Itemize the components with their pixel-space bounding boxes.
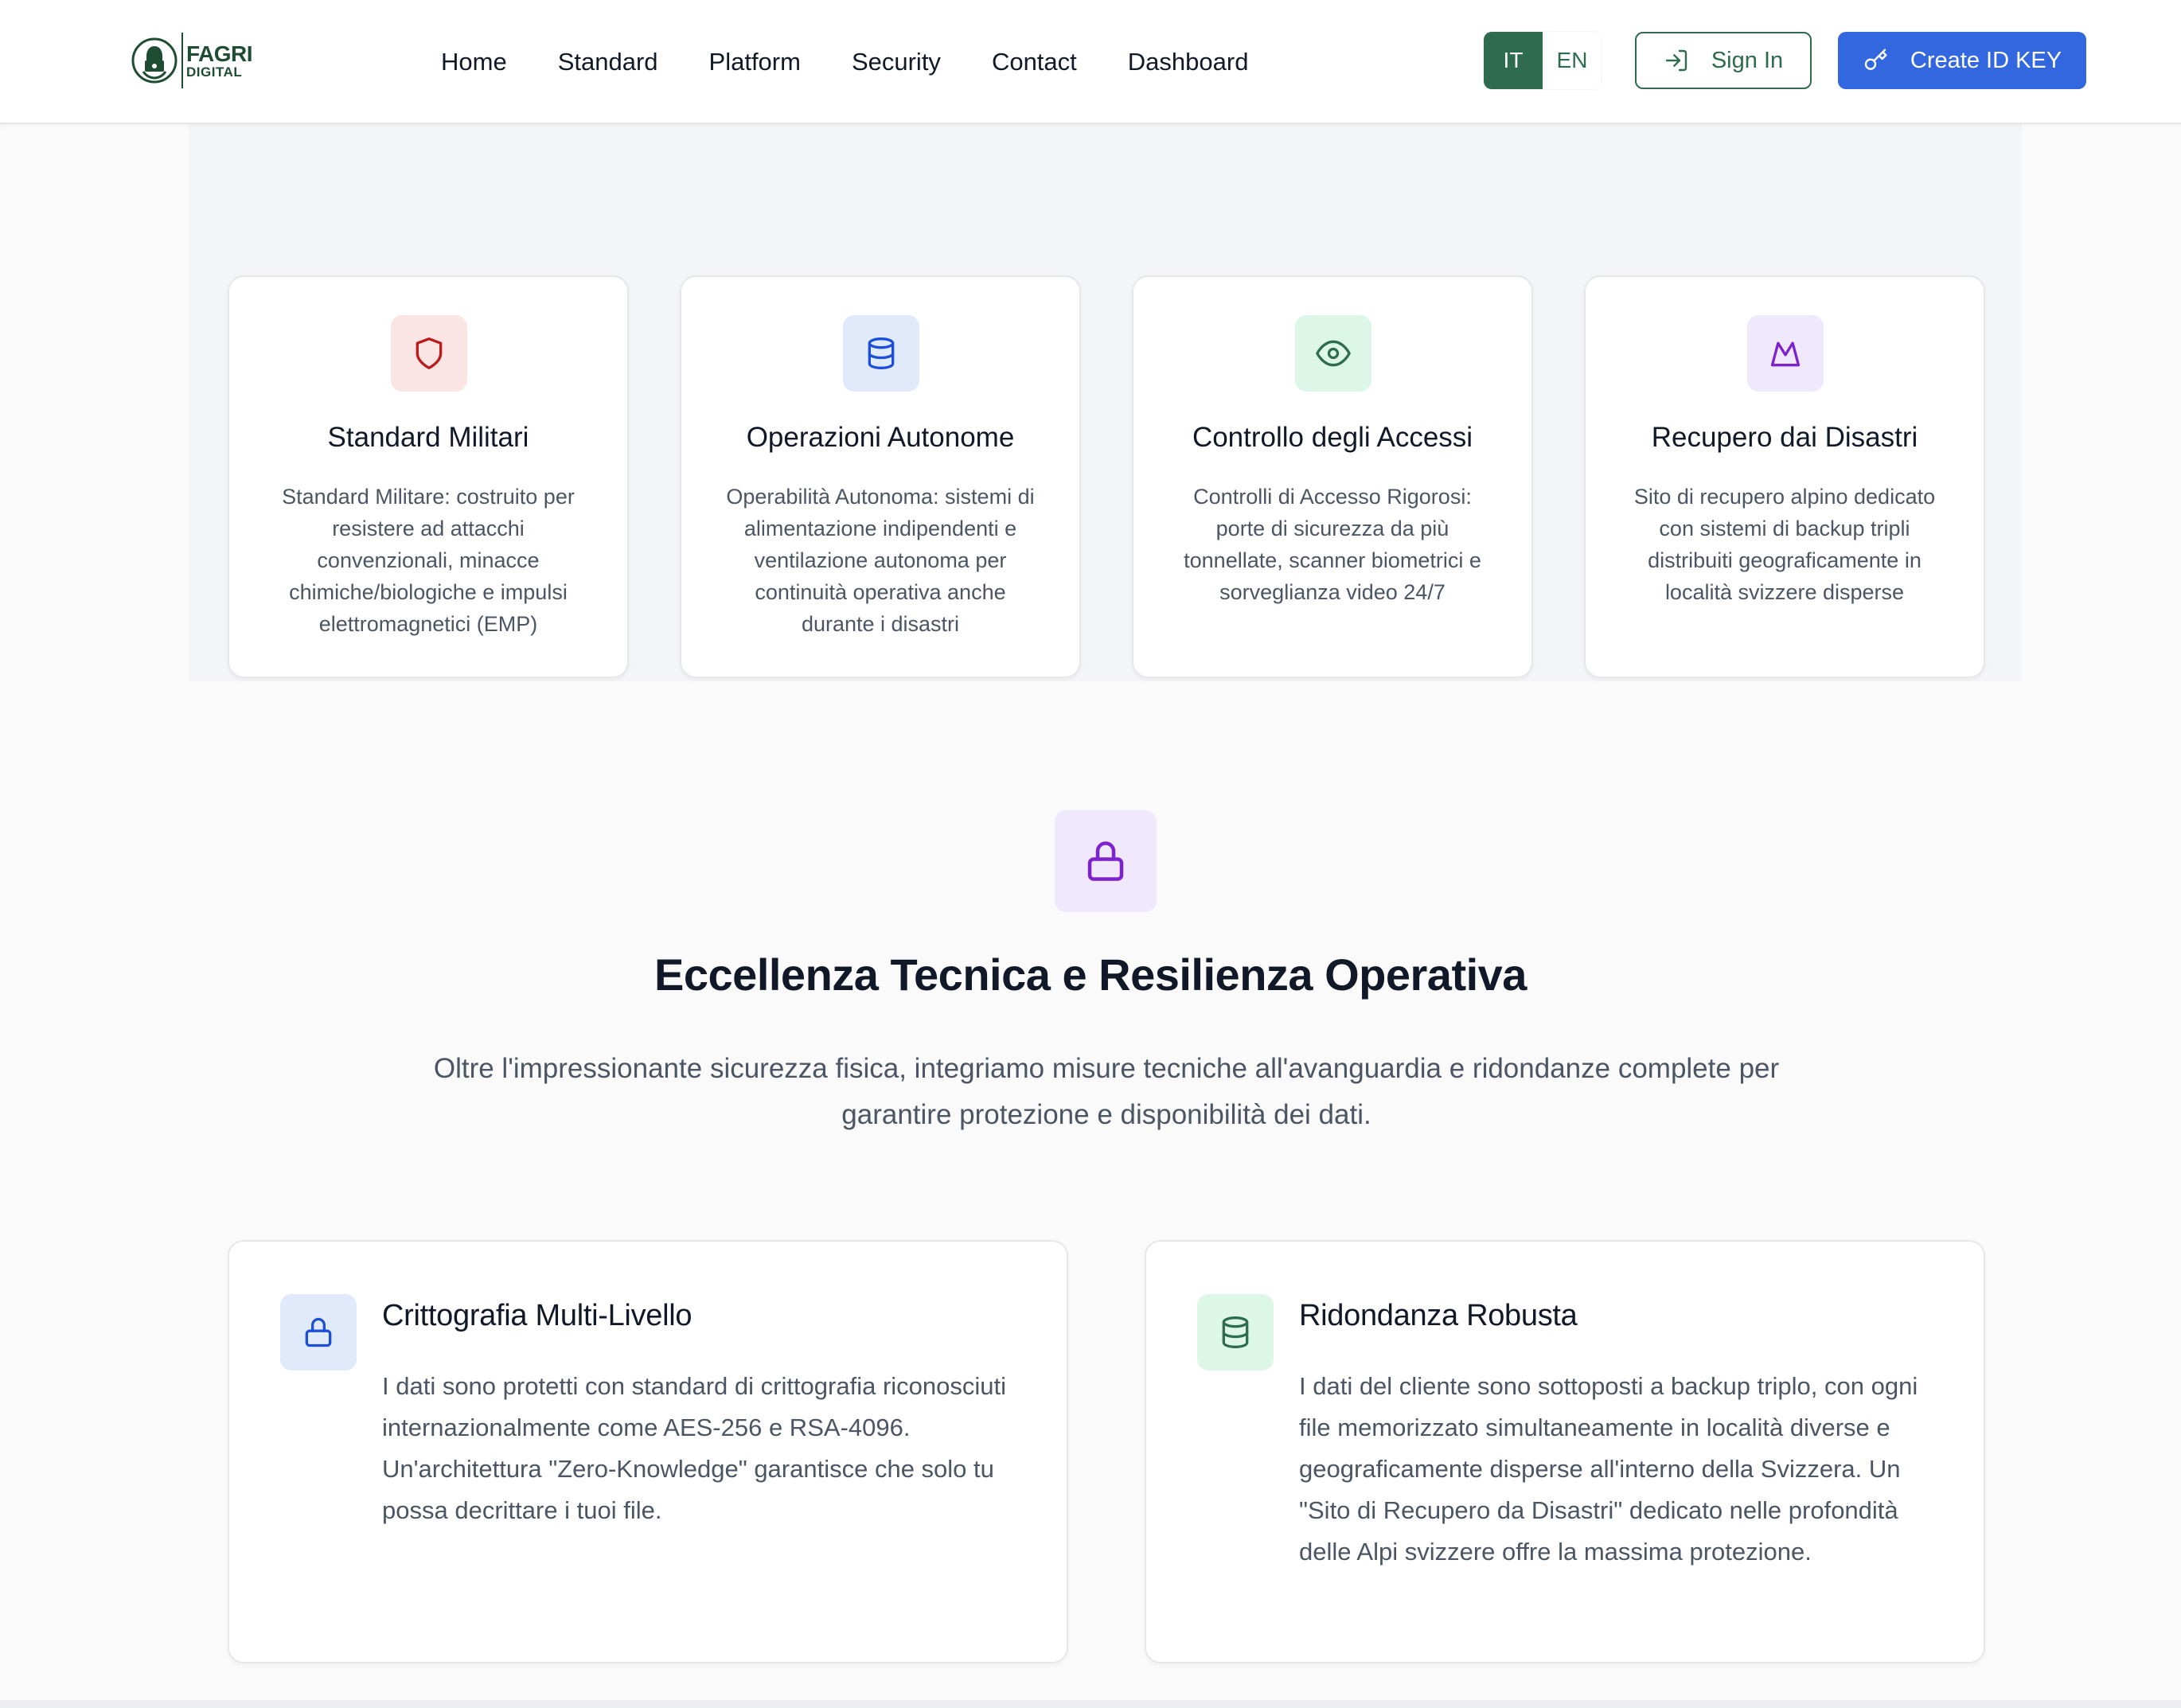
feature-card-autonomous-operations: Operazioni Autonome Operabilità Autonoma… [680, 275, 1081, 678]
detail-icon-box [1197, 1294, 1274, 1371]
brand-logo[interactable]: FAGRI DIGITAL [131, 32, 253, 89]
lock-icon [1087, 841, 1124, 881]
nav-link-contact[interactable]: Contact [992, 48, 1077, 76]
feature-description: Standard Militare: costruito per resiste… [282, 485, 575, 636]
feature-card-military-standards: Standard Militari Standard Militare: cos… [228, 275, 629, 678]
language-option-en[interactable]: EN [1543, 32, 1602, 89]
feature-description: Operabilità Autonoma: sistemi di aliment… [726, 485, 1035, 636]
page-bottom-divider [0, 1700, 2181, 1708]
section-subtitle: Oltre l'impressionante sicurezza fisica,… [433, 1053, 1780, 1130]
feature-title: Controllo degli Accessi [1192, 422, 1473, 453]
create-id-key-button[interactable]: Create ID KEY [1838, 32, 2086, 89]
detail-title: Crittografia Multi-Livello [382, 1299, 693, 1332]
feature-title: Recupero dai Disastri [1651, 422, 1918, 453]
shield-icon [416, 337, 443, 369]
features-panel: Standard Militari Standard Militare: cos… [189, 124, 2022, 681]
excellence-icon-box [1055, 810, 1157, 912]
detail-title: Ridondanza Robusta [1299, 1299, 1578, 1332]
top-nav-bar: FAGRI DIGITAL Home Standard Platform Sec… [0, 0, 2181, 124]
feature-title: Operazioni Autonome [746, 422, 1015, 453]
feature-description: Sito di recupero alpino dedicato con sis… [1633, 485, 1936, 604]
sign-in-label: Sign In [1711, 47, 1784, 73]
feature-icon-box [1747, 315, 1824, 392]
logo-line-2: DIGITAL [186, 64, 243, 80]
logo-emblem-icon [131, 37, 178, 84]
database-icon [868, 337, 895, 369]
feature-icon-box [843, 315, 919, 392]
feature-description: Controlli di Accesso Rigorosi: porte di … [1184, 485, 1481, 604]
main-nav: Home Standard Platform Security Contact … [441, 0, 1248, 124]
language-switcher: IT EN [1484, 32, 1602, 89]
detail-description: I dati del cliente sono sottoposti a bac… [1299, 1372, 1918, 1566]
eye-icon [1316, 340, 1351, 367]
logo-divider [181, 33, 183, 88]
feature-icon-box [391, 315, 467, 392]
feature-card-access-control: Controllo degli Accessi Controlli di Acc… [1132, 275, 1533, 678]
detail-card-encryption: Crittografia Multi-Livello I dati sono p… [228, 1240, 1068, 1663]
key-icon [1864, 49, 1887, 70]
section-title: Eccellenza Tecnica e Resilienza Operativ… [654, 950, 1527, 1000]
mountain-icon [1770, 341, 1801, 367]
detail-card-redundancy: Ridondanza Robusta I dati del cliente so… [1145, 1240, 1985, 1663]
lock-icon [305, 1317, 332, 1347]
feature-title: Standard Militari [327, 422, 529, 453]
sign-in-icon [1665, 49, 1687, 72]
nav-link-home[interactable]: Home [441, 48, 507, 76]
detail-description: I dati sono protetti con standard di cri… [382, 1372, 1007, 1524]
feature-icon-box [1295, 315, 1371, 392]
nav-link-platform[interactable]: Platform [709, 48, 801, 76]
detail-icon-box [280, 1294, 357, 1371]
logo-line-1: FAGRI [186, 41, 253, 66]
logo-wordmark: FAGRI DIGITAL [186, 41, 253, 80]
nav-link-dashboard[interactable]: Dashboard [1128, 48, 1249, 76]
language-option-it[interactable]: IT [1484, 32, 1543, 89]
database-icon [1222, 1316, 1249, 1348]
sign-in-button[interactable]: Sign In [1635, 32, 1812, 89]
nav-link-security[interactable]: Security [852, 48, 941, 76]
nav-link-standard[interactable]: Standard [558, 48, 658, 76]
feature-card-disaster-recovery: Recupero dai Disastri Sito di recupero a… [1584, 275, 1985, 678]
create-id-key-label: Create ID KEY [1910, 47, 2062, 73]
